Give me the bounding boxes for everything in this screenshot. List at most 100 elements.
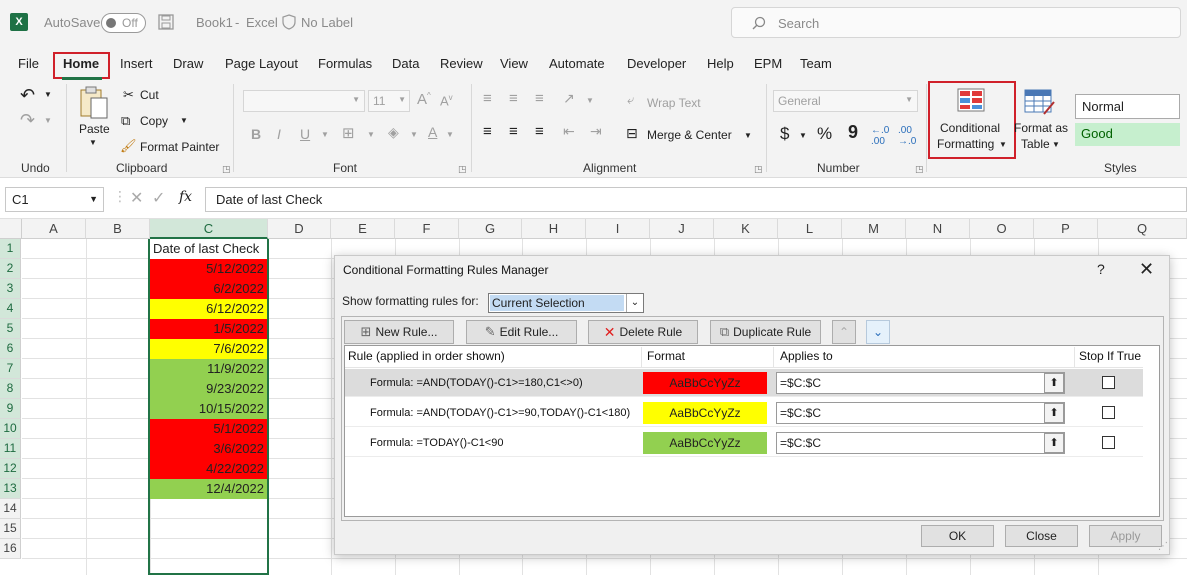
row-header-8[interactable]: 8 — [0, 379, 21, 399]
formula-input[interactable]: Date of last Check — [205, 187, 1187, 212]
tab-epm[interactable]: EPM — [754, 56, 782, 71]
align-middle-icon[interactable]: ≡ — [509, 90, 518, 107]
font-size-combo[interactable]: 11 ▼ — [368, 90, 410, 112]
align-center-icon[interactable]: ≡ — [509, 123, 518, 140]
chevron-down-icon[interactable]: ▼ — [321, 130, 329, 139]
conditional-formatting-icon[interactable] — [957, 88, 987, 114]
merge-icon[interactable]: ⊟ — [626, 125, 638, 142]
tab-team[interactable]: Team — [800, 56, 832, 71]
decrease-decimal-icon[interactable]: .00 →.0 — [898, 125, 916, 147]
font-name-combo[interactable]: ▼ — [243, 90, 365, 112]
apply-button[interactable]: Apply — [1089, 525, 1162, 547]
applies-to-input[interactable]: =$C:$C — [776, 372, 1065, 394]
chevron-down-icon[interactable]: ▼ — [1052, 140, 1060, 149]
row-header-10[interactable]: 10 — [0, 419, 21, 439]
font-color-icon[interactable]: A — [428, 124, 437, 140]
borders-icon[interactable]: ⊞ — [342, 124, 355, 142]
tab-data[interactable]: Data — [392, 56, 419, 71]
ok-button[interactable]: OK — [921, 525, 994, 547]
insert-function-icon[interactable]: fx — [179, 189, 192, 205]
increase-decimal-icon[interactable]: ←.0.00 — [871, 125, 889, 147]
tab-page-layout[interactable]: Page Layout — [225, 56, 298, 71]
dialog-launcher-icon[interactable]: ◳ — [915, 164, 924, 175]
stop-if-true-checkbox[interactable] — [1102, 376, 1115, 389]
copy-icon[interactable]: ⧉ — [121, 113, 130, 129]
comma-style-icon[interactable]: 9 — [848, 122, 858, 143]
tab-automate[interactable]: Automate — [549, 56, 605, 71]
column-header-q[interactable]: Q — [1098, 219, 1187, 239]
chevron-down-icon[interactable]: ▼ — [89, 138, 97, 147]
row-header-13[interactable]: 13 — [0, 479, 21, 499]
dialog-launcher-icon[interactable]: ◳ — [222, 164, 231, 175]
paste-icon[interactable] — [78, 86, 110, 120]
column-header-k[interactable]: K — [714, 219, 778, 239]
chevron-down-icon[interactable]: ▼ — [446, 130, 454, 139]
enter-icon[interactable]: ✓ — [152, 188, 165, 208]
conditional-formatting-button-line2[interactable]: Formatting — [937, 137, 994, 151]
row-header-16[interactable]: 16 — [0, 539, 21, 559]
stop-if-true-checkbox[interactable] — [1102, 406, 1115, 419]
dialog-launcher-icon[interactable]: ◳ — [754, 164, 763, 175]
cancel-icon[interactable]: ✕ — [130, 188, 143, 208]
align-left-icon[interactable]: ≡ — [483, 123, 492, 140]
style-good[interactable]: Good — [1075, 123, 1180, 146]
column-header-d[interactable]: D — [268, 219, 331, 239]
chevron-down-icon[interactable]: ▼ — [44, 90, 52, 99]
column-header-a[interactable]: A — [22, 219, 86, 239]
row-header-11[interactable]: 11 — [0, 439, 21, 459]
save-icon[interactable] — [158, 14, 174, 30]
tab-file[interactable]: File — [18, 56, 39, 71]
cut-button[interactable]: Cut — [140, 88, 159, 102]
column-header-g[interactable]: G — [459, 219, 522, 239]
row-header-2[interactable]: 2 — [0, 259, 21, 279]
duplicate-rule-button[interactable]: ⧉ Duplicate Rule — [710, 320, 821, 344]
format-painter-icon[interactable]: 🖌 — [120, 138, 137, 154]
move-up-button[interactable]: ⌃ — [832, 320, 856, 344]
tab-formulas[interactable]: Formulas — [318, 56, 372, 71]
new-rule-button[interactable]: ⊞ New Rule... — [344, 320, 454, 344]
collapse-dialog-icon[interactable]: ⬆ — [1044, 373, 1064, 393]
redo-icon[interactable]: ↷ — [20, 110, 35, 131]
paste-button[interactable]: Paste — [79, 122, 110, 136]
chevron-down-icon[interactable]: ⌄ — [626, 294, 643, 312]
conditional-formatting-button[interactable]: Conditional — [940, 121, 1000, 135]
row-header-7[interactable]: 7 — [0, 359, 21, 379]
column-header-h[interactable]: H — [522, 219, 586, 239]
column-header-m[interactable]: M — [842, 219, 906, 239]
scissors-icon[interactable]: ✂ — [123, 87, 134, 103]
undo-icon[interactable]: ↶ — [20, 85, 35, 106]
tab-review[interactable]: Review — [440, 56, 483, 71]
row-header-3[interactable]: 3 — [0, 279, 21, 299]
row-header-6[interactable]: 6 — [0, 339, 21, 359]
collapse-dialog-icon[interactable]: ⬆ — [1044, 433, 1064, 453]
tab-view[interactable]: View — [500, 56, 528, 71]
row-header-4[interactable]: 4 — [0, 299, 21, 319]
column-header-f[interactable]: F — [395, 219, 459, 239]
dialog-launcher-icon[interactable]: ◳ — [458, 164, 467, 175]
bold-icon[interactable]: B — [251, 126, 261, 142]
wrap-text-icon[interactable]: ⤶ — [627, 92, 634, 108]
column-header-c[interactable]: C — [150, 219, 268, 239]
increase-indent-icon[interactable]: ⇥ — [590, 123, 602, 140]
decrease-font-icon[interactable]: Av — [440, 93, 453, 108]
column-header-b[interactable]: B — [86, 219, 150, 239]
row-header-12[interactable]: 12 — [0, 459, 21, 479]
row-header-15[interactable]: 15 — [0, 519, 21, 539]
wrap-text-button[interactable]: Wrap Text — [647, 96, 701, 110]
applies-to-input[interactable]: =$C:$C — [776, 402, 1065, 424]
chevron-down-icon[interactable]: ▼ — [44, 116, 52, 125]
format-as-table-button[interactable]: Format as — [1014, 121, 1068, 135]
close-icon[interactable]: ✕ — [1139, 259, 1154, 280]
format-as-table-icon[interactable] — [1024, 88, 1056, 116]
align-right-icon[interactable]: ≡ — [535, 123, 544, 140]
row-header-14[interactable]: 14 — [0, 499, 21, 519]
align-top-icon[interactable]: ≡ — [483, 90, 492, 107]
row-header-5[interactable]: 5 — [0, 319, 21, 339]
align-bottom-icon[interactable]: ≡ — [535, 90, 544, 107]
tab-developer[interactable]: Developer — [627, 56, 686, 71]
autosave-toggle[interactable]: Off — [101, 13, 146, 33]
close-button[interactable]: Close — [1005, 525, 1078, 547]
tab-insert[interactable]: Insert — [120, 56, 153, 71]
search-box[interactable]: Search — [731, 7, 1181, 38]
applies-to-input[interactable]: =$C:$C — [776, 432, 1065, 454]
